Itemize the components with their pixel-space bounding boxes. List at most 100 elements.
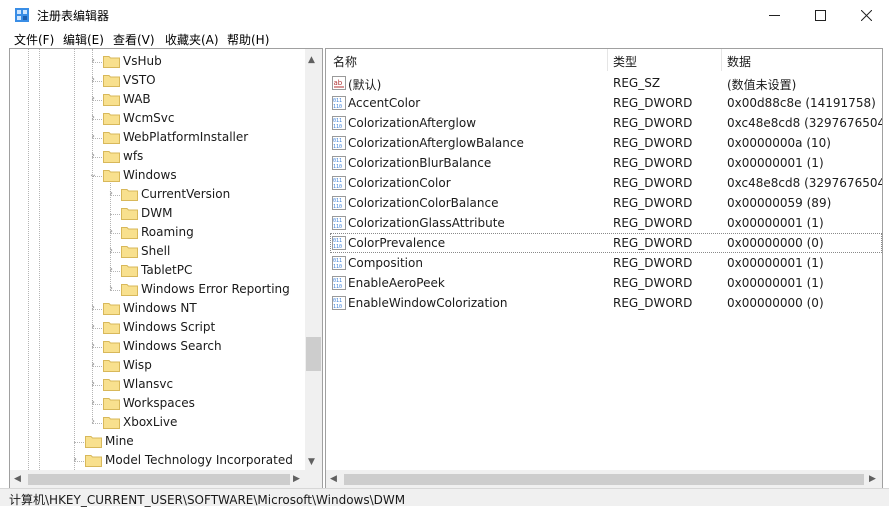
expand-icon[interactable]: › bbox=[105, 263, 117, 277]
scroll-down-icon[interactable]: ▼ bbox=[308, 457, 315, 467]
tree-node-windows[interactable]: ⌄ Windows bbox=[10, 166, 305, 185]
value-type: REG_DWORD bbox=[613, 176, 693, 190]
value-type: REG_DWORD bbox=[613, 276, 693, 290]
tree-node-label: Windows Error Reporting bbox=[141, 282, 290, 296]
tree-node-dwm[interactable]: DWM bbox=[10, 204, 305, 223]
value-row-colorizationcolor[interactable]: 011 110 ColorizationColor REG_DWORD 0xc48e8c… bbox=[326, 173, 882, 193]
title-bar: 注册表编辑器 bbox=[0, 0, 889, 30]
value-name: AccentColor bbox=[348, 96, 421, 110]
column-header-name[interactable]: 名称 bbox=[333, 53, 357, 70]
tree-node-vshub[interactable]: › VsHub bbox=[10, 52, 305, 71]
menu-view[interactable]: 查看(V) bbox=[113, 31, 155, 48]
value-row-composition[interactable]: 011 110 Composition REG_DWORD 0x00000001 (1) bbox=[326, 253, 882, 273]
value-row-colorizationblurbalance[interactable]: 011 110 ColorizationBlurBalance REG_DWORD 0x… bbox=[326, 153, 882, 173]
scroll-up-icon[interactable]: ▲ bbox=[308, 55, 315, 65]
expand-icon[interactable]: › bbox=[87, 358, 99, 372]
expand-icon[interactable]: › bbox=[87, 149, 99, 163]
expand-icon[interactable]: › bbox=[87, 301, 99, 315]
tree-node-label: XboxLive bbox=[123, 415, 178, 429]
menu-edit[interactable]: 编辑(E) bbox=[63, 31, 104, 48]
column-header-type[interactable]: 类型 bbox=[613, 53, 637, 70]
scroll-left-icon[interactable]: ◀ bbox=[14, 474, 21, 484]
tree-node-windows-search[interactable]: › Windows Search bbox=[10, 337, 305, 356]
minimize-button[interactable] bbox=[751, 0, 797, 30]
scroll-right-icon[interactable]: ▶ bbox=[293, 474, 300, 484]
folder-icon bbox=[103, 56, 120, 68]
expand-icon[interactable]: › bbox=[105, 244, 117, 258]
tree-node-windows-script[interactable]: › Windows Script bbox=[10, 318, 305, 337]
tree-node-roaming[interactable]: › Roaming bbox=[10, 223, 305, 242]
expand-icon[interactable]: › bbox=[87, 339, 99, 353]
value-row-enableaeropeek[interactable]: 011 110 EnableAeroPeek REG_DWORD 0x00000001 … bbox=[326, 273, 882, 293]
expand-icon[interactable]: › bbox=[87, 377, 99, 391]
scroll-right-icon[interactable]: ▶ bbox=[869, 474, 876, 484]
tree-node-wcmsvc[interactable]: › WcmSvc bbox=[10, 109, 305, 128]
value-row-colorizationglassattribute[interactable]: 011 110 ColorizationGlassAttribute REG_DWOR… bbox=[326, 213, 882, 233]
tree-vertical-scrollbar[interactable] bbox=[305, 49, 322, 470]
value-type: REG_DWORD bbox=[613, 256, 693, 270]
tree-node-vsto[interactable]: › VSTO bbox=[10, 71, 305, 90]
value-row--[interactable]: ab (默认) REG_SZ (数值未设置) bbox=[326, 73, 882, 93]
expand-icon[interactable]: › bbox=[87, 415, 99, 429]
menu-favorites[interactable]: 收藏夹(A) bbox=[165, 31, 219, 48]
value-type: REG_DWORD bbox=[613, 296, 693, 310]
maximize-button[interactable] bbox=[797, 0, 843, 30]
tree-node-wlansvc[interactable]: › Wlansvc bbox=[10, 375, 305, 394]
svg-text:110: 110 bbox=[333, 264, 342, 270]
value-data: (数值未设置) bbox=[727, 78, 797, 92]
expand-icon[interactable]: › bbox=[87, 73, 99, 87]
value-row-accentcolor[interactable]: 011 110 AccentColor REG_DWORD 0x00d88c8e (14… bbox=[326, 93, 882, 113]
expand-icon[interactable]: › bbox=[87, 130, 99, 144]
value-name: ColorizationAfterglowBalance bbox=[348, 136, 524, 150]
value-data: 0x00000001 (1) bbox=[727, 256, 824, 270]
dword-value-icon: 011110 bbox=[332, 236, 346, 250]
value-row-colorizationafterglow[interactable]: 011 110 ColorizationAfterglow REG_DWORD 0xc4… bbox=[326, 113, 882, 133]
collapse-icon[interactable]: ⌄ bbox=[87, 168, 99, 182]
tree-node-windows-error-reporting[interactable]: › Windows Error Reporting bbox=[10, 280, 305, 299]
column-divider[interactable] bbox=[607, 49, 608, 71]
svg-text:110: 110 bbox=[333, 124, 342, 130]
value-row-colorizationafterglowbalance[interactable]: 011 110 ColorizationAfterglowBalance REG_DW… bbox=[326, 133, 882, 153]
tree-node-wfs[interactable]: › wfs bbox=[10, 147, 305, 166]
value-row-colorizationcolorbalance[interactable]: 011 110 ColorizationColorBalance REG_DWORD 0… bbox=[326, 193, 882, 213]
tree-vertical-scroll-thumb[interactable] bbox=[306, 337, 321, 371]
tree-node-mine[interactable]: Mine bbox=[10, 432, 305, 451]
expand-icon[interactable]: › bbox=[87, 111, 99, 125]
column-header-data[interactable]: 数据 bbox=[727, 53, 751, 70]
tree-node-wab[interactable]: › WAB bbox=[10, 90, 305, 109]
value-data: 0x00d88c8e (14191758) bbox=[727, 96, 876, 110]
expand-icon[interactable]: › bbox=[69, 453, 81, 467]
expand-icon[interactable]: › bbox=[87, 396, 99, 410]
tree-node-tabletpc[interactable]: › TabletPC bbox=[10, 261, 305, 280]
list-horizontal-scroll-thumb[interactable] bbox=[344, 474, 864, 485]
tree-node-windows-nt[interactable]: › Windows NT bbox=[10, 299, 305, 318]
value-row-colorprevalence[interactable]: 011 110 ColorPrevalence REG_DWORD 0x00000000… bbox=[330, 233, 882, 253]
close-icon bbox=[860, 9, 872, 21]
menu-file[interactable]: 文件(F) bbox=[14, 31, 54, 48]
close-button[interactable] bbox=[843, 0, 889, 30]
menu-help[interactable]: 帮助(H) bbox=[227, 31, 269, 48]
tree-node-label: Windows Search bbox=[123, 339, 222, 353]
expand-icon[interactable]: › bbox=[87, 320, 99, 334]
expand-icon[interactable]: › bbox=[105, 225, 117, 239]
expand-icon[interactable]: › bbox=[105, 282, 117, 296]
values-list[interactable]: 名称 类型 数据 ab (默认) REG_SZ (数值未设置) 011 110 Accent… bbox=[325, 48, 883, 489]
tree-node-webplatforminstaller[interactable]: › WebPlatformInstaller bbox=[10, 128, 305, 147]
column-divider[interactable] bbox=[721, 49, 722, 71]
value-row-enablewindowcolorization[interactable]: 011 110 EnableWindowColorization REG_DWORD 0… bbox=[326, 293, 882, 313]
tree-node-xboxlive[interactable]: › XboxLive bbox=[10, 413, 305, 432]
scrollbar-corner bbox=[305, 470, 322, 488]
scroll-left-icon[interactable]: ◀ bbox=[330, 474, 337, 484]
expand-icon[interactable]: › bbox=[105, 187, 117, 201]
tree-node-wisp[interactable]: › Wisp bbox=[10, 356, 305, 375]
tree-node-workspaces[interactable]: › Workspaces bbox=[10, 394, 305, 413]
tree-node-currentversion[interactable]: › CurrentVersion bbox=[10, 185, 305, 204]
tree-node-model-technology-incorporated[interactable]: › Model Technology Incorporated bbox=[10, 451, 305, 470]
expand-icon[interactable]: › bbox=[87, 54, 99, 68]
expand-icon[interactable]: › bbox=[87, 92, 99, 106]
folder-icon bbox=[103, 94, 120, 106]
dword-value-icon: 011110 bbox=[332, 96, 346, 110]
registry-tree[interactable]: › VsHub › VSTO › WAB › WcmSvc › WebPlatformInstal… bbox=[9, 48, 323, 489]
tree-horizontal-scroll-thumb[interactable] bbox=[28, 474, 290, 485]
tree-node-shell[interactable]: › Shell bbox=[10, 242, 305, 261]
